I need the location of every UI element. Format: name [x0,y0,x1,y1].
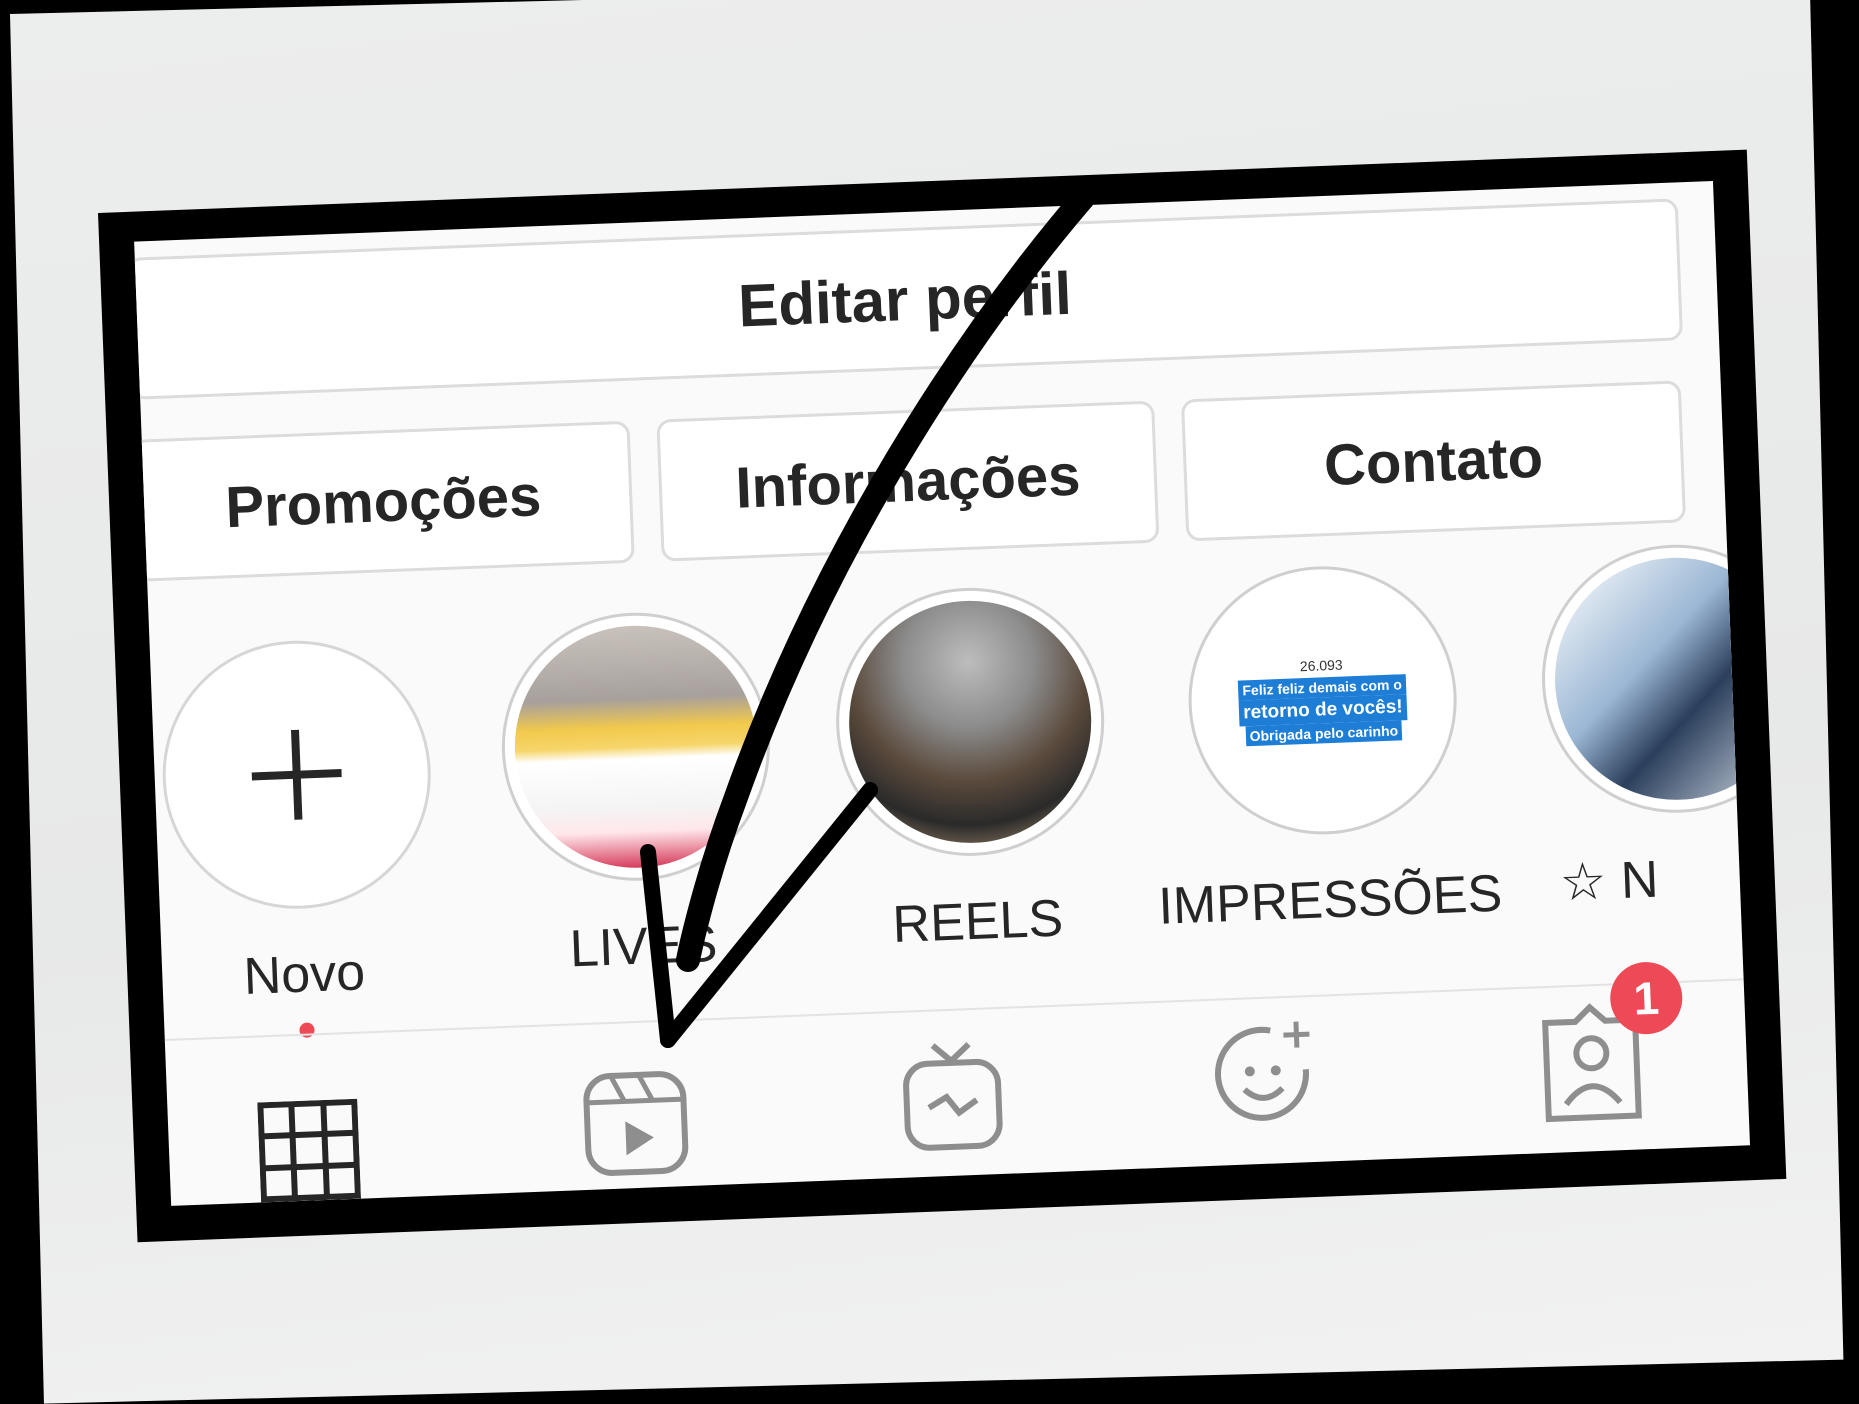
grid-icon[interactable] [257,1098,362,1203]
edit-profile-button[interactable]: Editar perfil [134,198,1684,400]
promotions-button[interactable]: Promoções [134,420,635,582]
contact-label: Contato [1322,424,1545,498]
contact-button[interactable]: Contato [1180,380,1687,542]
highlight-partial[interactable]: ☆ N [1536,538,1751,913]
reels-icon[interactable] [581,1069,690,1178]
promotions-label: Promoções [224,462,543,540]
highlight-label: LIVES [568,914,719,979]
effects-icon[interactable] [1210,1017,1324,1131]
highlight-label: REELS [891,889,1065,954]
highlight-new[interactable]: Novo [142,635,457,1043]
highlight-label: ☆ N [1558,850,1660,913]
cover-metric: 26.093 [1299,656,1343,675]
highlight-impressions[interactable]: 26.093 Feliz feliz demais com o retorno … [1148,560,1504,937]
info-label: Informações [734,442,1082,521]
highlight-label: IMPRESSÕES [1157,864,1504,936]
highlight-reels[interactable]: REELS [815,582,1129,957]
highlight-cover-image [1550,553,1751,805]
highlight-label: Novo [242,943,367,1006]
highlight-cover-image [510,621,762,873]
highlight-cover-image: 26.093 Feliz feliz demais com o retorno … [1197,574,1449,826]
highlight-cover-image [844,596,1096,848]
edit-profile-label: Editar perfil [737,259,1073,339]
highlight-lives[interactable]: LIVES [481,607,795,982]
instagram-profile-screen: Editar perfil Promoções Informações Cont… [134,180,1751,1206]
plus-icon [251,729,342,820]
igtv-icon[interactable] [900,1039,1004,1153]
info-button[interactable]: Informações [656,400,1160,562]
screenshot-frame: Editar perfil Promoções Informações Cont… [98,149,1787,1243]
